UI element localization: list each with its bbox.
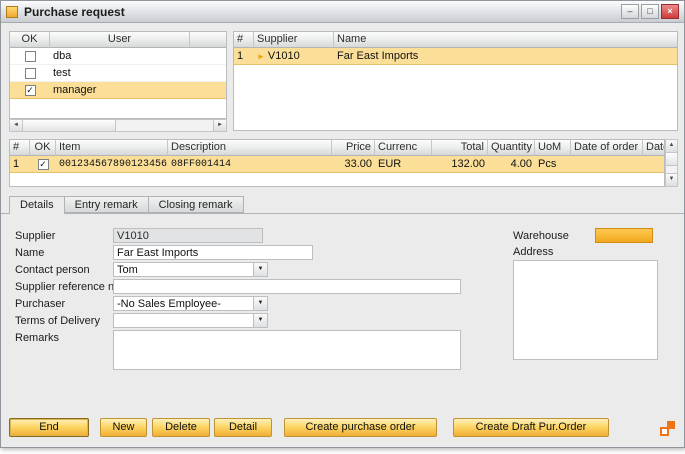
supplier-code-cell[interactable]: ►V1010 (254, 48, 334, 65)
tab-bar: Details Entry remark Closing remark (9, 196, 244, 214)
items-header-total[interactable]: Total (432, 140, 488, 156)
items-header-description[interactable]: Description (168, 140, 332, 156)
users-header-spacer (190, 32, 226, 48)
chevron-down-icon[interactable]: ▼ (253, 263, 267, 276)
items-header-currency[interactable]: Currenc (375, 140, 432, 156)
end-button[interactable]: End (9, 418, 89, 437)
user-row-manager[interactable]: ✓ manager (10, 82, 226, 99)
items-header-date-of-order[interactable]: Date of order (571, 140, 643, 156)
item-quantity-cell[interactable]: 4.00 (488, 156, 535, 173)
suppliers-panel: # Supplier Name 1 ►V1010 Far East Import… (233, 31, 678, 131)
close-button[interactable]: × (661, 4, 679, 19)
details-pane: Supplier V1010 Name Far East Imports Con… (1, 213, 684, 411)
create-draft-pur-order-button[interactable]: Create Draft Pur.Order (453, 418, 609, 437)
tab-entry-remark[interactable]: Entry remark (65, 196, 149, 213)
chevron-down-icon[interactable]: ▼ (253, 297, 267, 310)
item-currency-cell[interactable]: EUR (375, 156, 432, 173)
items-header-quantity[interactable]: Quantity (488, 140, 535, 156)
detail-button[interactable]: Detail (214, 418, 272, 437)
new-button[interactable]: New (100, 418, 147, 437)
hscroll-track[interactable] (116, 120, 213, 131)
tab-details[interactable]: Details (9, 196, 65, 214)
suppliers-header-supplier[interactable]: Supplier (254, 32, 334, 48)
scroll-down-icon[interactable]: ▼ (666, 173, 677, 186)
contact-person-value: Tom (117, 264, 138, 276)
link-arrow-icon[interactable]: ► (257, 52, 265, 61)
supplier-code: V1010 (268, 50, 300, 62)
scroll-up-icon[interactable]: ▲ (666, 140, 677, 153)
vscroll-thumb[interactable] (666, 153, 677, 166)
items-vertical-scrollbar[interactable]: ▲ ▼ (665, 139, 678, 187)
name-label: Name (15, 247, 44, 259)
item-uom-cell[interactable]: Pcs (535, 156, 571, 173)
form-settings-icon[interactable] (660, 421, 675, 436)
supplier-label: Supplier (15, 230, 55, 242)
address-box[interactable] (513, 260, 658, 360)
maximize-button[interactable]: □ (641, 4, 659, 19)
items-panel: # OK Item Description Price Currenc Tota… (9, 139, 665, 187)
window-title: Purchase request (24, 5, 621, 19)
items-header-ok[interactable]: OK (30, 140, 56, 156)
purchaser-label: Purchaser (15, 298, 65, 310)
item-description-cell[interactable]: 08FF001414 (168, 156, 332, 173)
scroll-left-icon[interactable]: ◄ (10, 120, 23, 131)
item-row[interactable]: 1 ✓ 001234567890123456 08FF001414 33.00 … (10, 156, 664, 173)
purchase-request-window: Purchase request – □ × OK User dba test … (0, 0, 685, 448)
item-code-cell[interactable]: 001234567890123456 (56, 156, 168, 173)
user-name-cell: test (50, 65, 190, 82)
user-ok-checkbox[interactable] (25, 51, 36, 62)
supplier-reference-field[interactable] (113, 279, 461, 294)
user-row-dba[interactable]: dba (10, 48, 226, 65)
user-name-cell: manager (50, 82, 190, 99)
purchaser-dropdown[interactable]: -No Sales Employee- ▼ (113, 296, 268, 311)
tab-closing-remark[interactable]: Closing remark (149, 196, 244, 213)
titlebar[interactable]: Purchase request – □ × (1, 1, 684, 23)
item-price-cell[interactable]: 33.00 (332, 156, 375, 173)
supplier-reference-label: Supplier reference nu (15, 281, 120, 293)
user-name-cell: dba (50, 48, 190, 65)
remarks-label: Remarks (15, 332, 59, 344)
users-header-ok[interactable]: OK (10, 32, 50, 48)
item-date-c-cell[interactable] (643, 156, 664, 173)
contact-person-dropdown[interactable]: Tom ▼ (113, 262, 268, 277)
user-ok-checkbox[interactable] (25, 68, 36, 79)
address-label: Address (513, 246, 553, 258)
hscroll-thumb[interactable] (23, 120, 116, 131)
terms-of-delivery-label: Terms of Delivery (15, 315, 100, 327)
items-header-item[interactable]: Item (56, 140, 168, 156)
item-ok-checkbox[interactable]: ✓ (38, 159, 49, 170)
suppliers-header-num[interactable]: # (234, 32, 254, 48)
name-field[interactable]: Far East Imports (113, 245, 313, 260)
item-total-cell: 132.00 (432, 156, 488, 173)
purchaser-value: -No Sales Employee- (117, 298, 221, 310)
users-header-user[interactable]: User (50, 32, 190, 48)
users-panel: OK User dba test ✓ manager (9, 31, 227, 119)
items-header-date-c[interactable]: Date c (643, 140, 664, 156)
window-icon (6, 6, 18, 18)
supplier-name-cell: Far East Imports (334, 48, 677, 65)
scroll-right-icon[interactable]: ► (213, 120, 226, 131)
warehouse-field[interactable] (595, 228, 653, 243)
suppliers-header-name[interactable]: Name (334, 32, 677, 48)
warehouse-label: Warehouse (513, 230, 569, 242)
items-header-num[interactable]: # (10, 140, 30, 156)
users-horizontal-scrollbar[interactable]: ◄ ► (9, 119, 227, 132)
items-header-uom[interactable]: UoM (535, 140, 571, 156)
item-date-of-order-cell[interactable] (571, 156, 643, 173)
supplier-num-cell: 1 (234, 48, 254, 65)
terms-of-delivery-dropdown[interactable]: ▼ (113, 313, 268, 328)
supplier-field: V1010 (113, 228, 263, 243)
vscroll-track[interactable] (666, 166, 677, 173)
supplier-row[interactable]: 1 ►V1010 Far East Imports (234, 48, 677, 65)
items-header-price[interactable]: Price (332, 140, 375, 156)
user-row-test[interactable]: test (10, 65, 226, 82)
chevron-down-icon[interactable]: ▼ (253, 314, 267, 327)
user-ok-checkbox[interactable]: ✓ (25, 85, 36, 96)
minimize-button[interactable]: – (621, 4, 639, 19)
item-num-cell: 1 (10, 156, 30, 173)
contact-person-label: Contact person (15, 264, 90, 276)
remarks-textarea[interactable] (113, 330, 461, 370)
delete-button[interactable]: Delete (152, 418, 210, 437)
create-purchase-order-button[interactable]: Create purchase order (284, 418, 437, 437)
